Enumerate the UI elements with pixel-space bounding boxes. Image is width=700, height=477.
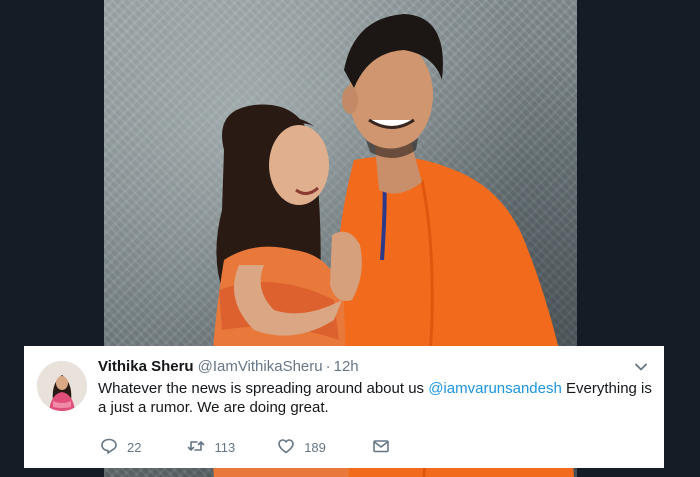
like-button[interactable]: 189	[277, 437, 326, 458]
reply-button[interactable]: 22	[100, 437, 141, 458]
reply-count: 22	[127, 439, 142, 455]
like-count: 189	[304, 439, 326, 455]
retweet-icon	[187, 437, 205, 458]
heart-icon	[277, 437, 295, 458]
separator-dot: ·	[325, 358, 331, 375]
chevron-down-icon[interactable]	[634, 360, 648, 374]
tweet-timestamp[interactable]: 12h	[334, 358, 359, 375]
mention-link[interactable]: @iamvarunsandesh	[428, 380, 562, 397]
tweet-text-start: Whatever the news is spreading around ab…	[98, 380, 429, 397]
tweet-text: Whatever the news is spreading around ab…	[98, 379, 653, 417]
tweet-actions: 22 113 189	[100, 437, 390, 457]
user-handle[interactable]: @IamVithikaSheru	[198, 358, 323, 375]
retweet-count: 113	[214, 439, 236, 455]
tweet-header: Vithika Sheru @IamVithikaSheru · 12h	[98, 357, 359, 377]
tweet-card[interactable]: Vithika Sheru @IamVithikaSheru · 12h Whatev…	[24, 346, 664, 468]
display-name[interactable]: Vithika Sheru	[98, 358, 194, 375]
reply-icon	[100, 437, 118, 458]
avatar[interactable]	[37, 361, 87, 411]
retweet-button[interactable]: 113	[187, 437, 235, 458]
direct-message-button[interactable]	[372, 437, 390, 458]
envelope-icon	[372, 437, 390, 458]
